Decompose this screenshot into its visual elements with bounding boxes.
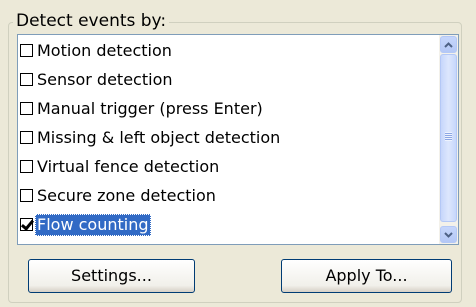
- list-item-missing-left-object[interactable]: Missing & left object detection: [20, 124, 282, 151]
- checkbox-manual-trigger[interactable]: [20, 102, 33, 115]
- chevron-down-icon: [444, 231, 453, 238]
- event-listbox[interactable]: Motion detection Sensor detection Manual…: [17, 34, 459, 245]
- list-item-manual-trigger[interactable]: Manual trigger (press Enter): [20, 95, 265, 122]
- list-item-secure-zone[interactable]: Secure zone detection: [20, 182, 218, 209]
- vertical-scrollbar[interactable]: [439, 35, 458, 244]
- checkbox-sensor-detection[interactable]: [20, 73, 33, 86]
- list-item-label: Missing & left object detection: [37, 127, 281, 147]
- scroll-down-button[interactable]: [440, 226, 457, 243]
- list-item-flow-counting[interactable]: Flow counting: [20, 211, 151, 238]
- chevron-up-icon: [444, 41, 453, 48]
- list-item-label: Manual trigger (press Enter): [37, 98, 263, 118]
- scrollbar-thumb[interactable]: [440, 54, 457, 222]
- checkbox-secure-zone[interactable]: [20, 189, 33, 202]
- list-item-sensor-detection[interactable]: Sensor detection: [20, 66, 175, 93]
- list-item-label: Flow counting: [35, 213, 151, 236]
- list-item-label: Virtual fence detection: [37, 156, 220, 176]
- checkbox-virtual-fence[interactable]: [20, 160, 33, 173]
- scroll-up-button[interactable]: [440, 36, 457, 53]
- list-item-virtual-fence[interactable]: Virtual fence detection: [20, 153, 221, 180]
- group-title: Detect events by:: [13, 10, 170, 32]
- checkbox-motion-detection[interactable]: [20, 44, 33, 57]
- list-item-motion-detection[interactable]: Motion detection: [20, 37, 174, 64]
- checkbox-flow-counting[interactable]: [20, 218, 33, 231]
- list-item-label: Motion detection: [37, 40, 172, 60]
- list-item-label: Secure zone detection: [37, 185, 216, 205]
- checkbox-missing-left-object[interactable]: [20, 131, 33, 144]
- apply-to-button[interactable]: Apply To...: [281, 259, 452, 293]
- list-item-label: Sensor detection: [37, 69, 173, 89]
- settings-button[interactable]: Settings...: [28, 259, 195, 293]
- thumb-grip: [445, 132, 452, 141]
